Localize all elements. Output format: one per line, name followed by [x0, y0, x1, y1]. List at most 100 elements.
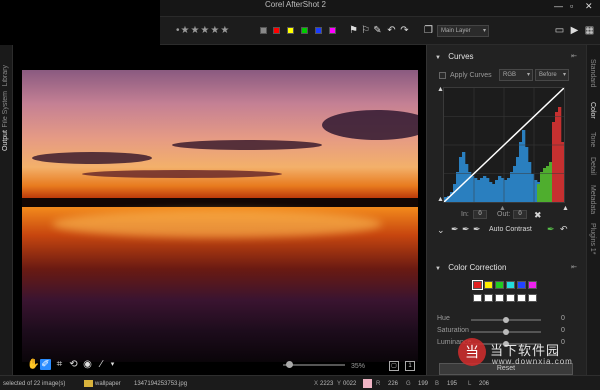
folder-name[interactable]: wallpaper [95, 380, 121, 388]
pin-icon[interactable]: ⇤ [571, 48, 577, 65]
expand-arrow-icon[interactable]: ⌄ [437, 225, 445, 235]
view-single-icon[interactable]: ▭ [554, 25, 565, 36]
tab-file-system[interactable]: File System [2, 91, 9, 128]
histogram-blue-bar [522, 130, 526, 202]
tab-metadata[interactable]: Metadata [589, 185, 596, 214]
histogram-blue-bar [489, 182, 493, 202]
tab-detail[interactable]: Detail [589, 157, 596, 175]
maximize-icon[interactable]: ▫ [570, 1, 573, 11]
histogram-blue-bar [504, 180, 508, 202]
highpoint-marker-icon[interactable]: ▲ [562, 204, 569, 214]
color-correction-header[interactable]: ▼ Color Correction ⇤ [427, 259, 586, 276]
color-swatch[interactable] [484, 281, 493, 289]
tab-tone[interactable]: Tone [589, 132, 596, 147]
slider-label: Saturation [437, 327, 469, 334]
curves-header[interactable]: ▼ Curves ⇤ [427, 48, 586, 65]
window-title: Corel AfterShot 2 [265, 0, 326, 9]
zoom-slider-knob[interactable] [286, 361, 294, 368]
histogram-blue-bar [483, 176, 487, 202]
color-swatch-target[interactable] [484, 294, 493, 302]
histogram-green-bar [537, 184, 541, 202]
brush-icon[interactable]: ∕ [96, 359, 107, 370]
close-icon[interactable]: ✕ [585, 1, 593, 11]
version-icon[interactable]: ❐ [423, 25, 434, 36]
chevron-down-icon[interactable]: ▾ [107, 359, 118, 370]
slider-knob[interactable] [503, 317, 509, 323]
gray-eyedropper-icon[interactable]: ✒ [462, 224, 470, 234]
watermark-glyph: 当 [465, 344, 479, 360]
color-swatch[interactable] [528, 281, 537, 289]
rotate-left-icon[interactable]: ↶ [386, 25, 397, 36]
curves-compare-value: Before [539, 72, 557, 78]
tab-color[interactable]: Color [589, 102, 596, 119]
b-value: 195 [447, 381, 458, 387]
slider-value[interactable]: 0 [561, 327, 565, 334]
auto-icon[interactable]: ✒ [547, 224, 555, 234]
color-swatch-target[interactable] [495, 294, 504, 302]
in-value[interactable]: 0 [473, 210, 487, 219]
color-swatch[interactable] [517, 281, 526, 289]
fit-icon[interactable]: ▢ [389, 361, 399, 371]
apply-curves-checkbox[interactable] [439, 72, 446, 79]
curves-compare-select[interactable]: Before ▾ [535, 69, 569, 81]
tag-icon[interactable]: ✎ [372, 25, 383, 36]
auto-contrast-button[interactable]: Auto Contrast [489, 226, 532, 233]
white-point-marker-icon[interactable]: ▲ [437, 85, 444, 95]
flag-pick-icon[interactable]: ⚑ [348, 25, 359, 36]
hand-icon[interactable]: ✋ [27, 359, 39, 370]
color-label-blue[interactable] [315, 27, 322, 34]
black-point-marker-icon[interactable]: ▲ [437, 195, 444, 205]
color-swatch[interactable] [495, 281, 504, 289]
photo-glare [52, 210, 382, 238]
image-viewer[interactable]: ✋ ✐ ⌗ ⟲ ◉ ∕ ▾ 35% ▢ 1 [13, 45, 426, 375]
view-compare-icon[interactable]: ▶ [569, 25, 580, 36]
file-name: 1347194253753.jpg [134, 381, 188, 387]
layer-select[interactable]: Main Layer ▾ [437, 25, 489, 37]
minimize-icon[interactable]: — [554, 1, 563, 11]
out-value[interactable]: 0 [513, 210, 527, 219]
reset-curves-icon[interactable]: ↶ [560, 224, 568, 234]
b-label: B [435, 381, 440, 387]
tab-standard[interactable]: Standard [589, 59, 596, 87]
color-label-yellow[interactable] [287, 27, 294, 34]
color-swatch-target[interactable] [473, 294, 482, 302]
color-swatch-target[interactable] [506, 294, 515, 302]
redeye-icon[interactable]: ◉ [82, 359, 93, 370]
zoom-slider[interactable] [283, 361, 345, 368]
crop-icon[interactable]: ⌗ [54, 359, 65, 370]
r-label: R [376, 381, 381, 387]
rotate-right-icon[interactable]: ↷ [399, 25, 410, 36]
color-swatch-target[interactable] [517, 294, 526, 302]
pin-icon[interactable]: ⇤ [571, 259, 577, 276]
white-eyedropper-icon[interactable]: ✒ [473, 224, 481, 234]
black-eyedropper-icon[interactable]: ✒ [451, 224, 459, 234]
tab-output[interactable]: Output [2, 130, 9, 151]
slider-value[interactable]: 0 [561, 315, 565, 322]
view-grid-icon[interactable]: ▦ [584, 25, 595, 36]
actual-size-icon[interactable]: 1 [405, 361, 415, 371]
color-label-gray[interactable] [260, 27, 267, 34]
color-swatch[interactable] [506, 281, 515, 289]
pixel-color-chip [363, 379, 372, 388]
straighten-icon[interactable]: ⟲ [68, 359, 79, 370]
slider-value[interactable]: 0 [561, 339, 565, 346]
curves-histogram[interactable] [443, 87, 565, 203]
color-swatch-target[interactable] [528, 294, 537, 302]
curves-graph[interactable] [443, 87, 565, 203]
dropper-icon[interactable]: ✐ [40, 359, 51, 370]
slider-knob[interactable] [503, 329, 509, 335]
curves-channel-select[interactable]: RGB ▾ [499, 69, 533, 81]
sunset-photo[interactable] [22, 70, 418, 362]
color-label-magenta[interactable] [329, 27, 336, 34]
y-coordinate: 0022 [343, 381, 357, 387]
rating-stars[interactable]: •★★★★★ [176, 17, 230, 45]
histogram-blue-bar [474, 178, 478, 202]
tab-plugins[interactable]: Plugins 1* [589, 223, 596, 255]
delete-point-icon[interactable]: ✖ [534, 210, 542, 220]
tab-library[interactable]: Library [2, 65, 9, 86]
color-label-green[interactable] [301, 27, 308, 34]
color-label-red[interactable] [273, 27, 280, 34]
flag-reject-icon[interactable]: ⚐ [360, 25, 371, 36]
color-swatch[interactable] [472, 280, 483, 290]
slider-label: Hue [437, 315, 450, 322]
